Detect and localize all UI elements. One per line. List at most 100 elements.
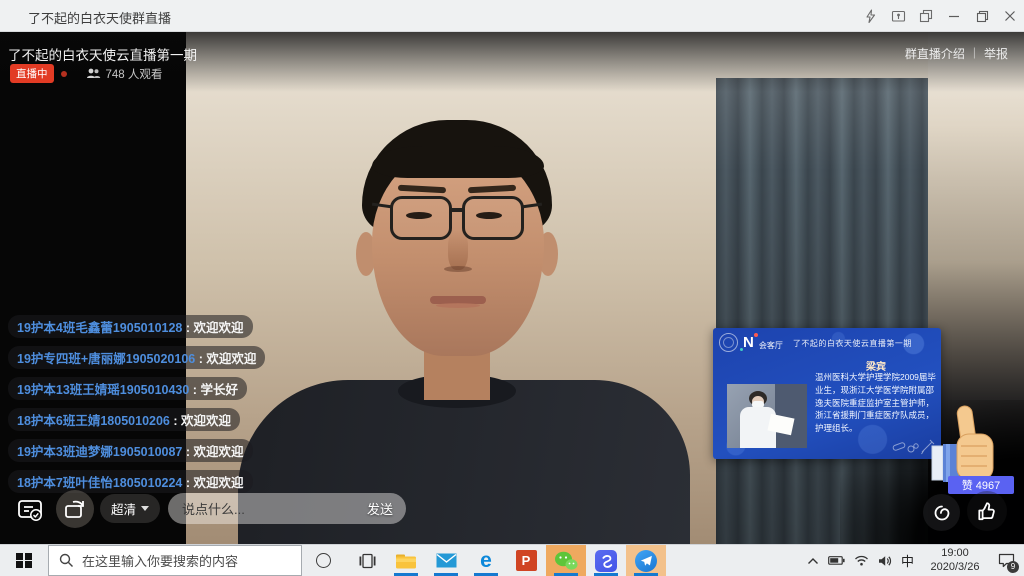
window-titlebar: 了不起的白衣天使群直播 xyxy=(0,0,1024,32)
show-hidden-icons-chevron[interactable] xyxy=(807,557,819,565)
taskbar-app-wechat-active[interactable] xyxy=(546,545,586,576)
chat-separator: : xyxy=(195,352,206,366)
notification-badge: 9 xyxy=(1007,561,1019,573)
taskbar-app-powerpoint[interactable]: P xyxy=(506,545,546,576)
chat-username: 19护本13班王婧瑶1905010430 xyxy=(17,383,189,397)
window-controls xyxy=(856,0,1024,32)
chat-username: 19护本3班迪梦娜1905010087 xyxy=(17,445,182,459)
university-seal-icon xyxy=(719,333,738,352)
chat-message-list: 19护本4班毛鑫蕾1905010128 : 欢迎欢迎 19护专四班+唐丽娜190… xyxy=(8,315,265,501)
chat-text: 欢迎欢迎 xyxy=(194,445,244,459)
system-tray: 中 19:00 2020/3/26 9 xyxy=(807,545,1024,576)
presenter-lip xyxy=(436,303,480,308)
clock-date: 2020/3/26 xyxy=(923,561,987,575)
paper-plane-icon xyxy=(635,550,657,572)
emoji-swirl-icon xyxy=(932,503,952,523)
maximize-restore-button[interactable] xyxy=(968,0,996,32)
emoji-button[interactable] xyxy=(923,494,960,531)
action-center-button[interactable]: 9 xyxy=(996,551,1016,571)
like-button[interactable] xyxy=(967,491,1007,531)
taskbar-app-mail[interactable] xyxy=(426,545,466,576)
start-button[interactable] xyxy=(0,545,48,576)
pip-card-title: 了不起的白衣天使云直播第一期 xyxy=(793,338,912,349)
windows-taskbar: 在这里输入你要搜索的内容 e xyxy=(0,544,1024,576)
chat-text: 欢迎欢迎 xyxy=(194,476,244,490)
taskbar-spacer xyxy=(666,545,807,576)
chat-username: 18护本7班叶佳怡1805010224 xyxy=(17,476,182,490)
minimize-button[interactable] xyxy=(940,0,968,32)
chat-message: 19护本3班迪梦娜1905010087 : 欢迎欢迎 xyxy=(8,439,253,462)
cortana-button[interactable] xyxy=(302,545,344,576)
chat-message: 19护本13班王婧瑶1905010430 : 学长好 xyxy=(8,377,247,400)
quality-selector-button[interactable]: 超清 xyxy=(100,494,160,523)
taskbar-app-edge[interactable]: e xyxy=(466,545,506,576)
stream-title: 了不起的白衣天使云直播第一期 xyxy=(8,44,197,64)
task-view-button[interactable] xyxy=(348,545,386,576)
presenter-nostrils xyxy=(444,266,472,272)
chat-input[interactable]: 说点什么... 发送 xyxy=(168,493,406,524)
taskbar-app-indigo[interactable] xyxy=(586,545,626,576)
floating-thumb-emoji xyxy=(928,402,1000,484)
close-button[interactable] xyxy=(996,0,1024,32)
glasses-lens-left xyxy=(390,196,452,240)
viewer-count: 748 人观看 xyxy=(86,66,163,82)
chat-separator: : xyxy=(189,383,200,397)
chat-text: 欢迎欢迎 xyxy=(206,352,256,366)
search-placeholder: 在这里输入你要搜索的内容 xyxy=(82,551,238,570)
taskbar-search-box[interactable]: 在这里输入你要搜索的内容 xyxy=(48,545,302,576)
chat-username: 19护专四班+唐丽娜1905020106 xyxy=(17,352,195,366)
chat-message: 19护专四班+唐丽娜1905020106 : 欢迎欢迎 xyxy=(8,346,265,369)
chat-separator: : xyxy=(182,445,193,459)
report-link[interactable]: 举报 xyxy=(984,45,1008,62)
links-divider: | xyxy=(973,45,976,62)
ime-indicator[interactable]: 中 xyxy=(901,551,914,570)
lightning-icon[interactable] xyxy=(856,0,884,32)
chat-list-icon xyxy=(16,496,44,524)
clock-time: 19:00 xyxy=(923,547,987,561)
rotate-screen-button[interactable] xyxy=(56,490,94,528)
taskbar-app-paper-plane[interactable] xyxy=(626,545,666,576)
chat-message: 18护本6班王婧1805010206 : 欢迎欢迎 xyxy=(8,408,240,431)
live-video-area: 了不起的白衣天使云直播第一期 直播中 748 人观看 群直播介绍 | 举报 19… xyxy=(0,32,1024,544)
chat-text: 欢迎欢迎 xyxy=(181,414,231,428)
live-status-row: 直播中 748 人观看 xyxy=(10,64,162,83)
chat-username: 19护本4班毛鑫蕾1905010128 xyxy=(17,321,182,335)
pip-card-header: N 会客厅 了不起的白衣天使云直播第一期 xyxy=(719,333,912,352)
group-live-intro-link[interactable]: 群直播介绍 xyxy=(905,45,965,62)
top-links: 群直播介绍 | 举报 xyxy=(905,45,1008,62)
chat-message: 19护本4班毛鑫蕾1905010128 : 欢迎欢迎 xyxy=(8,315,253,338)
wifi-icon[interactable] xyxy=(854,555,869,566)
volume-icon[interactable] xyxy=(878,555,892,567)
chat-separator: : xyxy=(182,321,193,335)
chat-toggle-button[interactable] xyxy=(12,492,48,528)
n-logo-icon: N xyxy=(743,335,754,350)
rotate-screen-icon xyxy=(63,498,87,520)
chat-text: 学长好 xyxy=(200,383,238,397)
powerpoint-icon: P xyxy=(516,550,537,571)
chevron-down-icon xyxy=(141,506,149,511)
desktop-screen: 了不起的白衣天使群直播 xyxy=(0,0,1024,576)
search-icon xyxy=(59,553,74,568)
taskbar-app-file-explorer[interactable] xyxy=(386,545,426,576)
send-button[interactable]: 发送 xyxy=(367,499,393,518)
windows-logo-icon xyxy=(16,553,32,569)
quality-label: 超清 xyxy=(111,499,136,518)
chat-separator: : xyxy=(182,476,193,490)
task-view-icon xyxy=(359,553,376,569)
pip-slide-card[interactable]: N 会客厅 了不起的白衣天使云直播第一期 梁宾 温州医科大学护理学院2009届毕… xyxy=(713,328,941,459)
viewers-icon xyxy=(86,68,101,79)
speaker-photo xyxy=(727,384,807,448)
chat-input-placeholder: 说点什么... xyxy=(182,499,245,518)
taskbar-clock[interactable]: 19:00 2020/3/26 xyxy=(923,547,987,575)
chat-username: 18护本6班王婧1805010206 xyxy=(17,414,170,428)
n-logo-label: 会客厅 xyxy=(759,340,783,351)
duplicate-window-icon[interactable] xyxy=(912,0,940,32)
wechat-icon xyxy=(554,551,578,571)
battery-icon[interactable] xyxy=(828,555,845,566)
presenter-hairline xyxy=(372,146,544,178)
pin-window-icon[interactable] xyxy=(884,0,912,32)
chat-text: 欢迎欢迎 xyxy=(194,321,244,335)
glasses-bridge xyxy=(450,208,464,212)
presenter-nose xyxy=(448,230,468,270)
indigo-app-icon xyxy=(595,550,617,572)
